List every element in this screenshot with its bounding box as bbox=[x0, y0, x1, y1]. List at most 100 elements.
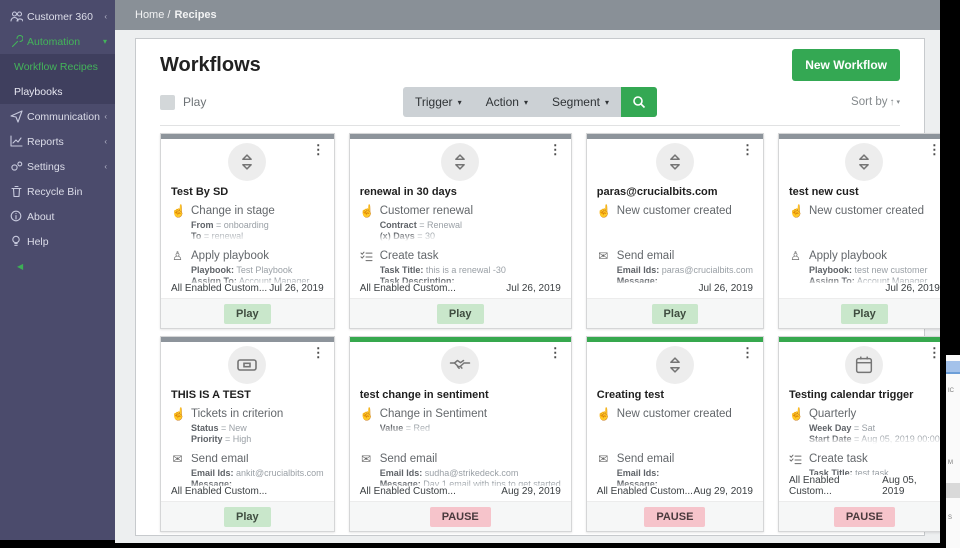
sidebar-item-label: About bbox=[27, 210, 55, 223]
trigger-name: Change in Sentiment bbox=[379, 408, 488, 420]
email-icon: ✉ bbox=[598, 249, 609, 263]
sidebar-item-playbooks[interactable]: Playbooks bbox=[0, 79, 115, 104]
sidebar-item-label: Reports bbox=[27, 135, 64, 148]
kebab-menu-icon[interactable]: ⋮ bbox=[928, 143, 941, 156]
ticket-icon bbox=[228, 346, 267, 384]
card-button-bar: Play bbox=[161, 298, 334, 328]
workflow-card: ⋮ THIS IS A TEST ☝ Tickets in criterion … bbox=[160, 336, 335, 532]
card-date: Jul 26, 2019 bbox=[698, 283, 753, 294]
edge-text-fragment: S bbox=[948, 515, 953, 521]
card-title: renewal in 30 days bbox=[359, 186, 457, 198]
play-filter-checkbox[interactable] bbox=[160, 94, 175, 110]
card-date: Jul 26, 2019 bbox=[506, 283, 561, 294]
kebab-menu-icon[interactable]: ⋮ bbox=[741, 143, 754, 156]
card-date: Jul 26, 2019 bbox=[885, 283, 940, 294]
email-icon: ✉ bbox=[598, 452, 609, 466]
action-name: Apply playbook bbox=[808, 250, 887, 262]
workflow-card-grid: ⋮ Test By SD ☝ Change in stage From = on… bbox=[160, 133, 951, 532]
trigger-name: New customer created bbox=[616, 205, 732, 217]
card-title: paras@crucialbits.com bbox=[596, 186, 718, 198]
card-segment: All Enabled Custom... bbox=[596, 486, 693, 497]
kebab-menu-icon[interactable]: ⋮ bbox=[741, 346, 754, 359]
kebab-menu-icon[interactable]: ⋮ bbox=[928, 346, 941, 359]
card-action-button[interactable]: PAUSE bbox=[429, 506, 491, 527]
sidebar-nav: Customer 360 ‹ Automation ▾ Workflow Rec… bbox=[0, 0, 115, 254]
sidebar-item-automation[interactable]: Automation ▾ bbox=[0, 29, 115, 54]
trigger-block: ☝ Tickets in criterion Status = New Prior… bbox=[171, 407, 324, 454]
sidebar-item-workflow-recipes[interactable]: Workflow Recipes bbox=[0, 54, 115, 79]
divider bbox=[160, 125, 900, 126]
card-action-button[interactable]: Play bbox=[436, 303, 484, 324]
sidebar-item-settings[interactable]: Settings ‹ bbox=[0, 154, 115, 179]
breadcrumb-path[interactable]: Home / bbox=[135, 9, 170, 21]
sidebar-item-label: Settings bbox=[27, 160, 65, 173]
filter-dropdown-trigger[interactable]: Trigger ▾ bbox=[403, 87, 474, 117]
card-title: test change in sentiment bbox=[359, 389, 489, 401]
breadcrumb-current: Recipes bbox=[174, 9, 217, 21]
action-name: Send email bbox=[191, 453, 249, 465]
sidebar-subitem-label: Playbooks bbox=[14, 85, 63, 98]
send-icon bbox=[10, 110, 27, 123]
trigger-name: Customer renewal bbox=[379, 205, 474, 217]
chevron-icon: ▾ bbox=[102, 37, 107, 46]
action-name: Create task bbox=[379, 250, 439, 262]
trigger-hand-icon: ☝ bbox=[171, 204, 186, 218]
card-action-button[interactable]: Play bbox=[224, 506, 271, 527]
filter-dropdown-label: Action bbox=[485, 95, 519, 109]
trigger-hand-icon: ☝ bbox=[596, 407, 612, 421]
sidebar-item-customer-360[interactable]: Customer 360 ‹ bbox=[0, 4, 115, 29]
action-name: Send email bbox=[379, 453, 438, 465]
workflow-card: ⋮ Creating test ☝ New customer created ✉… bbox=[585, 336, 764, 532]
edge-text-fragment: M bbox=[948, 460, 953, 466]
kebab-menu-icon[interactable]: ⋮ bbox=[312, 143, 325, 156]
trigger-block: ☝ New customer created bbox=[597, 407, 753, 452]
action-block: ♙ Apply playbook Playbook: test new cust… bbox=[789, 249, 940, 286]
top-header-bar: Home / Recipes bbox=[115, 0, 940, 30]
card-action-button[interactable]: PAUSE bbox=[833, 506, 895, 527]
filter-pill: Trigger ▾ Action ▾ Segment ▾ bbox=[402, 87, 658, 117]
search-button[interactable] bbox=[621, 87, 658, 117]
workflow-card: ⋮ test new cust ☝ New customer created ♙… bbox=[777, 133, 951, 329]
trigger-block: ☝ Change in Sentiment Value = Red bbox=[360, 407, 561, 452]
filter-dropdown-label: Segment bbox=[551, 95, 600, 109]
kebab-menu-icon[interactable]: ⋮ bbox=[549, 346, 562, 359]
kebab-menu-icon[interactable]: ⋮ bbox=[312, 346, 325, 359]
sidebar-item-about[interactable]: About bbox=[0, 204, 115, 229]
workflow-card: ⋮ paras@crucialbits.com ☝ New customer c… bbox=[585, 133, 764, 329]
card-action-button[interactable]: Play bbox=[841, 303, 888, 324]
card-action-button[interactable]: Play bbox=[651, 303, 699, 324]
sort-by-control[interactable]: Sort by ↑ ▾ bbox=[851, 96, 900, 108]
action-block: ♙ Apply playbook Playbook: Test Playbook… bbox=[171, 249, 324, 286]
new-workflow-button[interactable]: New Workflow bbox=[792, 49, 900, 81]
chart-icon bbox=[10, 135, 27, 148]
sidebar-item-recycle-bin[interactable]: Recycle Bin bbox=[0, 179, 115, 204]
filter-dropdown-action[interactable]: Action ▾ bbox=[474, 87, 540, 117]
card-date: Aug 29, 2019 bbox=[693, 486, 753, 497]
card-action-button[interactable]: PAUSE bbox=[644, 506, 706, 527]
sidebar-item-label: Help bbox=[27, 235, 49, 248]
card-title: Testing calendar trigger bbox=[788, 389, 914, 401]
filter-dropdown-segment[interactable]: Segment ▾ bbox=[540, 87, 621, 117]
unfold-icon bbox=[845, 143, 884, 181]
trigger-details: Status = New Priority = High... bbox=[191, 423, 324, 454]
sidebar-item-help[interactable]: Help bbox=[0, 229, 115, 254]
workflow-card: ⋮ Testing calendar trigger ☝ Quarterly W… bbox=[777, 336, 951, 532]
sidebar-collapse-icon[interactable]: ◀ bbox=[17, 262, 23, 271]
trigger-name: Tickets in criterion bbox=[191, 408, 284, 420]
kebab-menu-icon[interactable]: ⋮ bbox=[549, 143, 562, 156]
chevron-down-icon: ▾ bbox=[604, 97, 610, 107]
task-icon bbox=[360, 251, 373, 262]
edge-window-sliver: IC M S bbox=[946, 355, 960, 548]
card-action-button[interactable]: Play bbox=[224, 303, 271, 324]
email-icon: ✉ bbox=[361, 452, 372, 466]
trigger-hand-icon: ☝ bbox=[359, 407, 375, 421]
unfold-icon bbox=[228, 143, 267, 181]
sidebar-item-communication[interactable]: Communication ‹ bbox=[0, 104, 115, 129]
unfold-icon bbox=[655, 346, 694, 384]
sidebar-item-label: Customer 360 bbox=[27, 10, 93, 23]
sidebar-item-reports[interactable]: Reports ‹ bbox=[0, 129, 115, 154]
card-segment: All Enabled Custom... bbox=[359, 283, 456, 294]
trigger-details: Contract = Renewal (x) Days = 30 bbox=[379, 220, 561, 241]
card-title: test new cust bbox=[788, 186, 859, 198]
trigger-block: ☝ New customer created bbox=[789, 204, 940, 249]
